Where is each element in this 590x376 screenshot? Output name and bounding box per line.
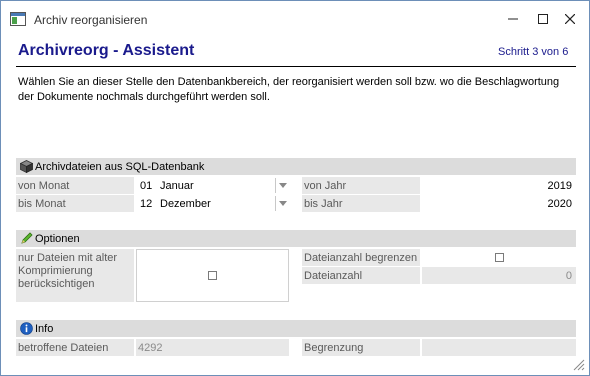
maximize-icon (538, 14, 548, 24)
section-archive-header: Archivdateien aus SQL-Datenbank (16, 158, 576, 175)
von-monat-select[interactable]: 01 Januar (136, 177, 289, 194)
window-title: Archiv reorganisieren (34, 13, 148, 27)
betroffene-dateien-label: betroffene Dateien (16, 339, 134, 356)
bis-monat-name: Dezember (160, 197, 211, 210)
von-monat-number: 01 (140, 179, 153, 192)
maximize-button[interactable] (533, 9, 553, 29)
chevron-down-icon[interactable] (275, 178, 289, 193)
wizard-title: Archivreorg - Assistent (18, 42, 195, 59)
resize-grip-icon[interactable] (573, 359, 585, 371)
header-divider (16, 66, 576, 67)
betroffene-dateien-value: 4292 (136, 339, 289, 356)
chevron-down-icon[interactable] (275, 196, 289, 211)
section-info-title: Info (35, 322, 54, 335)
database-icon (19, 160, 33, 174)
bis-monat-label: bis Monat (16, 195, 134, 212)
dateianzahl-field[interactable]: 0 (422, 267, 576, 284)
title-bar[interactable]: Archiv reorganisieren (1, 1, 589, 37)
wizard-description: Wählen Sie an dieser Stelle den Datenban… (18, 76, 560, 103)
minimize-icon (508, 18, 518, 20)
bis-jahr-label: bis Jahr (302, 195, 420, 212)
begrenzung-value (422, 339, 576, 356)
von-monat-name: Januar (160, 179, 194, 192)
wizard-step: Schritt 3 von 6 (498, 46, 569, 58)
info-icon (19, 322, 33, 336)
pencil-icon (19, 232, 33, 246)
dateianzahl-label: Dateianzahl (302, 267, 420, 284)
dateianzahl-begrenzen-label: Dateianzahl begrenzen (302, 249, 420, 266)
dateianzahl-begrenzen-checkbox[interactable] (494, 253, 504, 262)
dialog-window: Archiv reorganisieren Archivreorg - Assi… (0, 0, 590, 376)
alter-komprimierung-cell (136, 249, 289, 302)
von-jahr-label: von Jahr (302, 177, 420, 194)
bis-monat-select[interactable]: 12 Dezember (136, 195, 289, 212)
minimize-button[interactable] (503, 9, 523, 29)
bis-jahr-field[interactable]: 2020 (422, 195, 576, 212)
close-button[interactable] (560, 9, 580, 29)
alter-komprimierung-label: nur Dateien mit alter Komprimierung berü… (16, 249, 134, 302)
von-monat-label: von Monat (16, 177, 134, 194)
section-options-header: Optionen (16, 230, 576, 247)
begrenzung-label: Begrenzung (302, 339, 420, 356)
von-jahr-field[interactable]: 2019 (422, 177, 576, 194)
section-info-header: Info (16, 320, 576, 337)
bis-monat-number: 12 (140, 197, 153, 210)
dateianzahl-begrenzen-cell (422, 249, 576, 266)
close-icon (565, 14, 575, 24)
section-options-title: Optionen (35, 232, 80, 245)
section-archive-title: Archivdateien aus SQL-Datenbank (35, 160, 205, 173)
alter-komprimierung-checkbox[interactable] (208, 271, 217, 280)
app-window-icon (10, 12, 26, 26)
